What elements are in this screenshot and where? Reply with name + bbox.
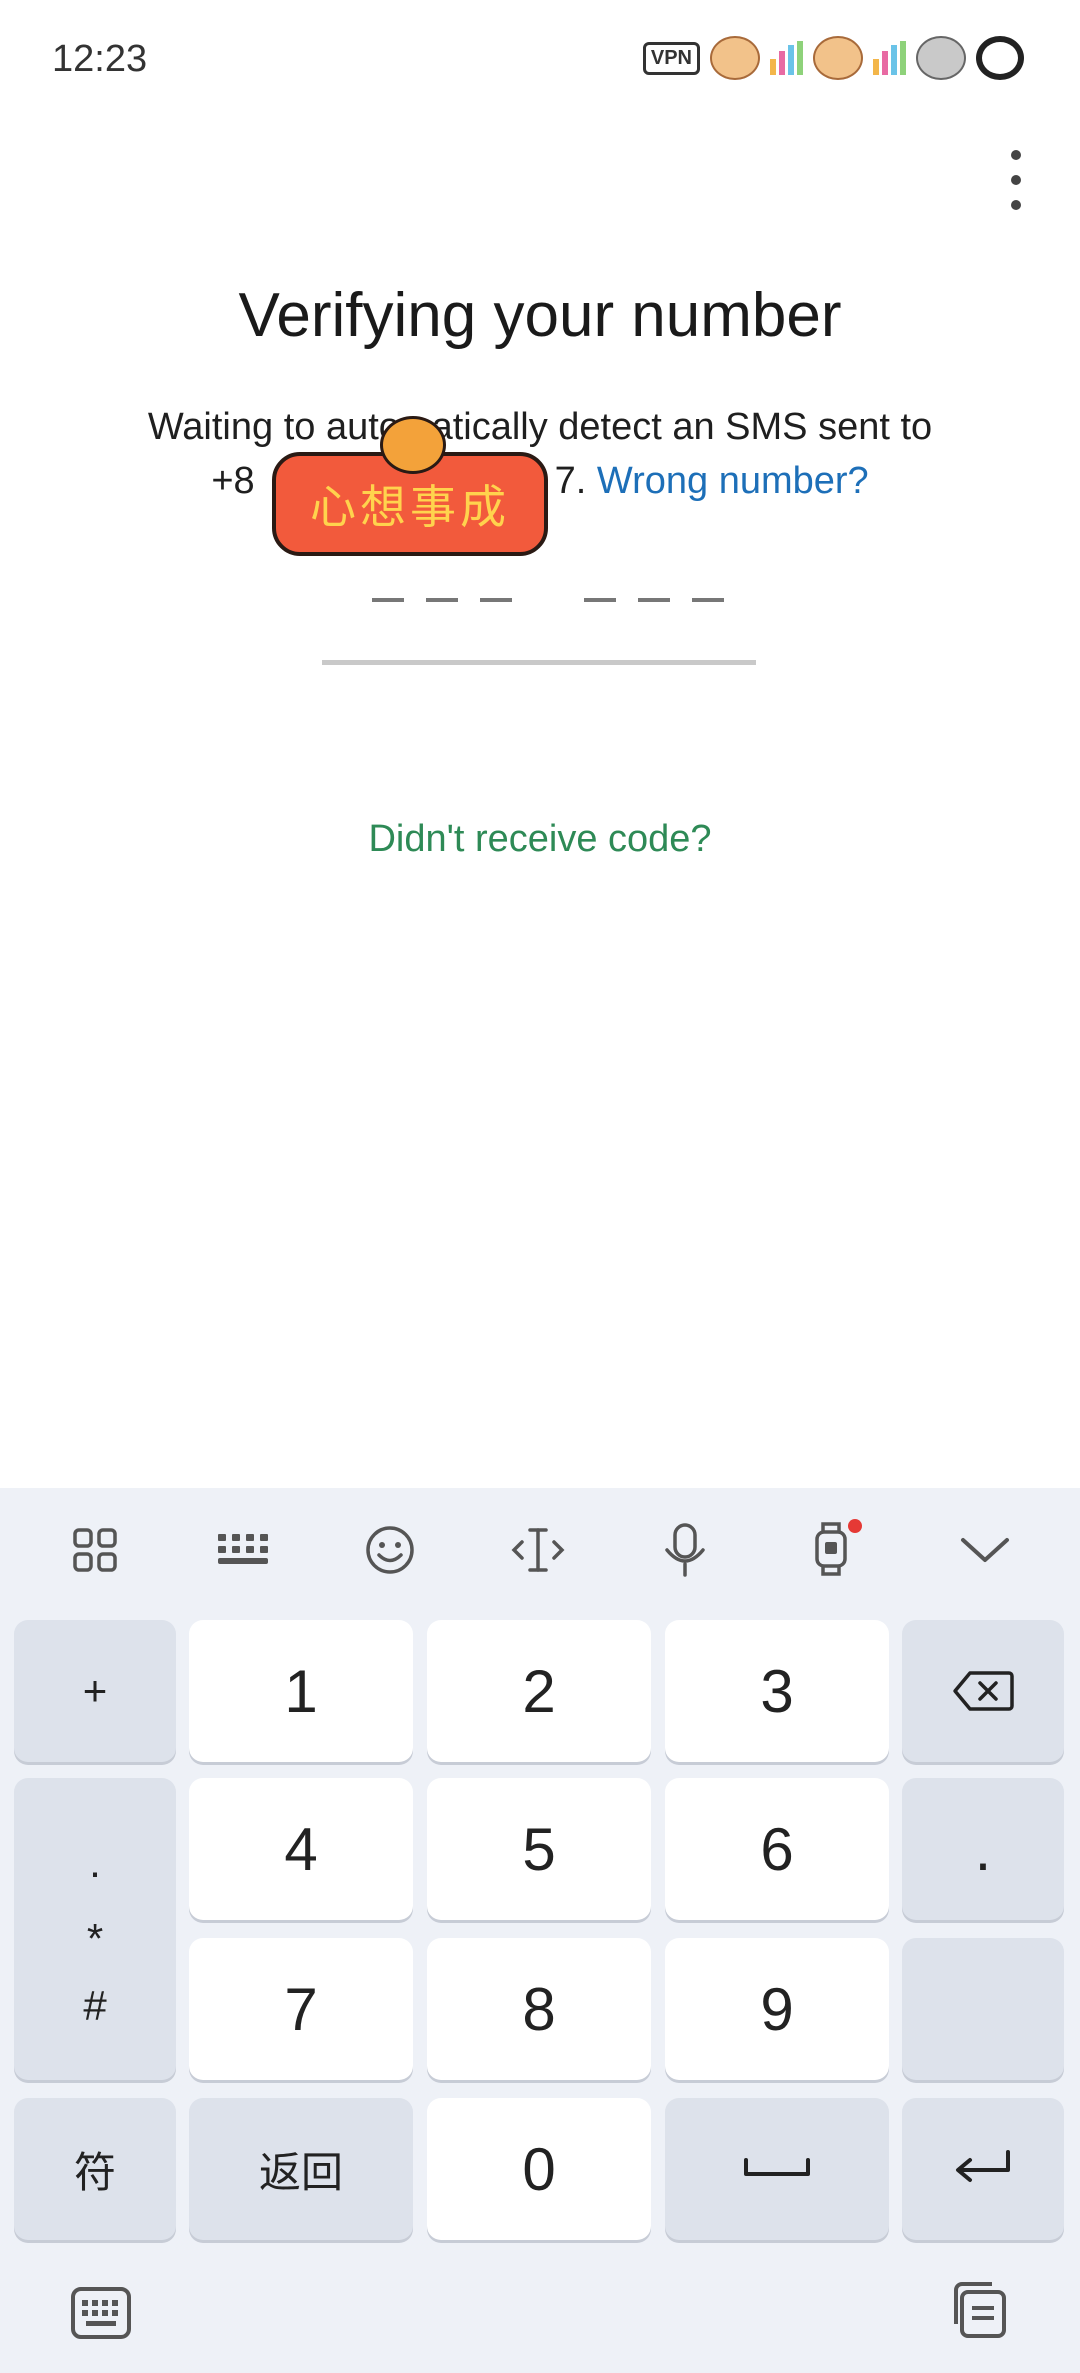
tiger-icon <box>380 416 446 474</box>
keyboard-layout-icon[interactable] <box>202 1510 282 1590</box>
key-0[interactable]: 0 <box>427 2098 651 2240</box>
code-slot <box>426 598 458 602</box>
key-7[interactable]: 7 <box>189 1938 413 2080</box>
status-time: 12:23 <box>52 38 148 80</box>
apps-grid-icon[interactable] <box>55 1510 135 1590</box>
clipboard-icon[interactable] <box>948 2280 1008 2340</box>
code-slot <box>372 598 404 602</box>
backspace-icon <box>953 1671 1014 1711</box>
hash-symbol: # <box>83 1982 107 2029</box>
wifi-bars-icon <box>873 41 906 75</box>
switch-keyboard-icon[interactable] <box>70 2286 132 2340</box>
status-icons: VPN <box>642 36 1024 80</box>
code-slot <box>692 598 724 602</box>
status-bar: 12:23 VPN <box>0 0 1080 120</box>
symbol-stack-key[interactable]: · * # <box>14 1778 176 2080</box>
phone-number-prefix: +8 <box>211 460 255 502</box>
page-title: Verifying your number <box>238 281 842 350</box>
code-slot <box>638 598 670 602</box>
dot-symbol: · <box>88 1848 102 1895</box>
code-slots <box>372 590 724 602</box>
code-slot <box>584 598 616 602</box>
cursor-icon[interactable] <box>498 1510 578 1590</box>
collapse-keyboard-icon[interactable] <box>945 1510 1025 1590</box>
key-4[interactable]: 4 <box>189 1778 413 1920</box>
key-1[interactable]: 1 <box>189 1620 413 1762</box>
space-key[interactable] <box>665 2098 889 2240</box>
verification-code-input[interactable] <box>322 560 756 666</box>
enter-icon <box>956 2150 1010 2182</box>
back-key[interactable]: 返回 <box>189 2098 413 2240</box>
star-symbol: * <box>86 1915 104 1962</box>
keyboard: + · * # 符 1 2 3 4 5 6 7 8 9 返回 0 . <box>0 1488 1080 2373</box>
plus-key[interactable]: + <box>14 1620 176 1762</box>
space-icon <box>744 2158 810 2176</box>
enter-key[interactable] <box>902 2098 1064 2240</box>
key-2[interactable]: 2 <box>427 1620 651 1762</box>
code-slot <box>480 598 512 602</box>
watch-ai-icon[interactable] <box>793 1510 873 1590</box>
cat-sticker-icon <box>710 36 760 80</box>
key-6[interactable]: 6 <box>665 1778 889 1920</box>
more-options-icon[interactable] <box>996 150 1036 210</box>
microphone-icon[interactable] <box>645 1510 725 1590</box>
key-3[interactable]: 3 <box>665 1620 889 1762</box>
wrong-number-link[interactable]: Wrong number? <box>597 460 869 502</box>
key-5[interactable]: 5 <box>427 1778 651 1920</box>
phone-number-suffix: 7. <box>554 460 587 502</box>
key-8[interactable]: 8 <box>427 1938 651 2080</box>
symbols-key[interactable]: 符 <box>14 2098 176 2240</box>
panda-sticker-icon <box>976 36 1024 80</box>
backspace-key[interactable] <box>902 1620 1064 1762</box>
period-key[interactable]: . <box>902 1778 1064 1920</box>
resend-code-link[interactable]: Didn't receive code? <box>0 818 1080 861</box>
code-underline <box>322 660 756 665</box>
tiger-sticker: 心想事成 <box>272 416 548 558</box>
key-9[interactable]: 9 <box>665 1938 889 2080</box>
vpn-icon: VPN <box>642 41 700 75</box>
blank-key[interactable] <box>902 1938 1064 2080</box>
gray-cat-battery-icon <box>916 36 966 80</box>
emoji-icon[interactable] <box>350 1510 430 1590</box>
cat-sticker-icon-2 <box>813 36 863 80</box>
signal-bars-icon <box>770 41 803 75</box>
keyboard-toolbar <box>0 1488 1080 1612</box>
